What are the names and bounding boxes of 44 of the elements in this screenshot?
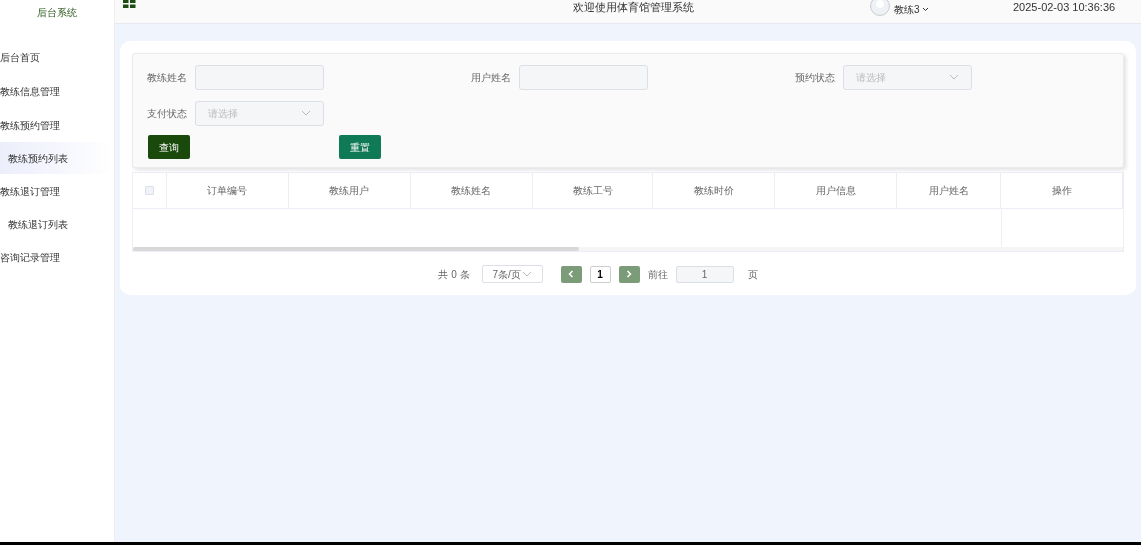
filter-label: 预约状态 <box>794 70 835 85</box>
chevron-left-icon <box>568 270 575 278</box>
search-button[interactable]: 查询 <box>148 135 190 159</box>
grid-icon[interactable] <box>123 0 136 8</box>
column-header: 教练用户 <box>288 173 411 208</box>
sidebar-item[interactable]: 教练退订管理 <box>0 174 114 208</box>
column-header: 教练时价 <box>653 173 776 208</box>
next-page-button[interactable] <box>618 265 640 283</box>
column-header: 订单编号 <box>166 173 289 208</box>
chevron-down-icon <box>301 110 311 116</box>
scrollbar[interactable] <box>133 247 579 251</box>
column-header: 教练工号 <box>532 173 654 208</box>
filter-label: 教练姓名 <box>146 70 187 85</box>
total-count: 共 0 条 <box>438 267 470 282</box>
caret-icon <box>921 7 929 12</box>
column-header: 用户姓名 <box>897 173 1002 208</box>
system-title: 欢迎使用体育馆管理系统 <box>573 0 694 15</box>
reset-button[interactable]: 重置 <box>339 135 381 159</box>
select-all-checkbox[interactable] <box>145 186 154 195</box>
column-header: 操作 <box>1001 173 1123 208</box>
filter-label: 用户姓名 <box>470 70 511 85</box>
page-size-select[interactable]: 7条/页 <box>481 265 543 283</box>
sidebar-title: 后台系统 <box>36 6 78 20</box>
text-field[interactable] <box>519 64 648 90</box>
page-number[interactable]: 1 <box>589 265 611 283</box>
column-header: 用户信息 <box>775 173 898 208</box>
chevron-right-icon <box>626 270 633 278</box>
sidebar-item[interactable]: 教练信息管理 <box>0 74 114 108</box>
sidebar-subitem[interactable]: 教练退订列表 <box>0 208 114 240</box>
sidebar-item[interactable]: 后台首页 <box>0 40 114 74</box>
user-menu[interactable]: 教练3 <box>894 2 929 17</box>
filter-label: 支付状态 <box>146 106 187 121</box>
previous-page-button[interactable] <box>560 265 582 283</box>
goto-page-field[interactable]: 1 <box>675 265 734 283</box>
column-header: 教练姓名 <box>410 173 533 208</box>
goto-label: 前往 <box>647 267 668 282</box>
avatar-icon[interactable] <box>870 0 890 16</box>
sidebar-item[interactable]: 咨询记录管理 <box>0 240 114 274</box>
datetime: 2025-02-03 10:36:36 <box>1013 0 1116 15</box>
chevron-down-icon <box>521 271 532 277</box>
text-field[interactable] <box>195 64 324 90</box>
page-suffix: 页 <box>747 267 758 282</box>
sidebar-item[interactable]: 教练预约管理 <box>0 108 114 142</box>
chevron-down-icon <box>949 74 959 80</box>
